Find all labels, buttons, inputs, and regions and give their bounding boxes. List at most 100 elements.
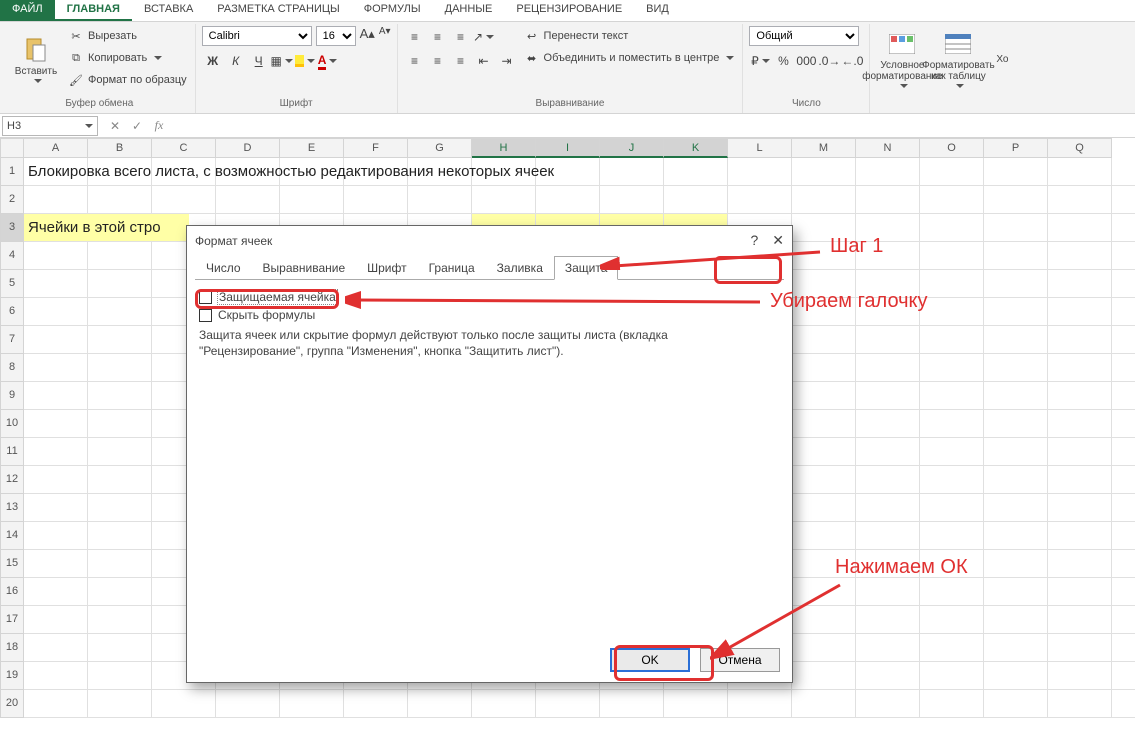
cell[interactable] <box>24 242 88 269</box>
cell[interactable] <box>24 494 88 521</box>
column-header[interactable]: H <box>472 138 536 158</box>
format-painter-button[interactable]: 🖌Формат по образцу <box>66 70 189 90</box>
cell[interactable] <box>792 662 856 689</box>
cell[interactable] <box>984 186 1048 213</box>
cell[interactable] <box>24 186 88 213</box>
cell[interactable] <box>1048 242 1112 269</box>
column-header[interactable]: O <box>920 138 984 158</box>
cell[interactable] <box>856 494 920 521</box>
column-header[interactable]: I <box>536 138 600 158</box>
cell[interactable] <box>24 326 88 353</box>
cell[interactable] <box>472 690 536 717</box>
cell[interactable] <box>1048 158 1112 185</box>
cell[interactable] <box>920 494 984 521</box>
cell[interactable] <box>984 466 1048 493</box>
cell[interactable] <box>856 522 920 549</box>
cell[interactable] <box>920 270 984 297</box>
cell[interactable] <box>984 578 1048 605</box>
row-header[interactable]: 12 <box>0 466 24 494</box>
column-header[interactable]: G <box>408 138 472 158</box>
merge-center-button[interactable]: ⬌Объединить и поместить в центре <box>522 48 737 68</box>
tab-home[interactable]: ГЛАВНАЯ <box>55 0 132 21</box>
enter-formula-icon[interactable]: ✓ <box>126 119 148 133</box>
cell[interactable] <box>984 662 1048 689</box>
number-format-select[interactable]: Общий <box>749 26 859 46</box>
cell[interactable] <box>984 270 1048 297</box>
cell[interactable] <box>24 466 88 493</box>
cell[interactable] <box>1048 466 1112 493</box>
cell[interactable] <box>88 438 152 465</box>
dialog-close-button[interactable]: ✕ <box>772 232 784 249</box>
cell[interactable] <box>1048 578 1112 605</box>
cell[interactable] <box>984 354 1048 381</box>
name-box[interactable]: H3 <box>2 116 98 136</box>
cell[interactable] <box>792 466 856 493</box>
cell[interactable] <box>472 186 536 213</box>
bold-button[interactable]: Ж <box>202 50 224 72</box>
cancel-button[interactable]: Отмена <box>700 648 780 672</box>
fx-icon[interactable]: fx <box>148 118 170 133</box>
decrease-decimal-button[interactable]: ←.0 <box>841 50 863 72</box>
cell[interactable] <box>408 186 472 213</box>
increase-indent-button[interactable]: ⇥ <box>496 50 518 72</box>
tab-formulas[interactable]: ФОРМУЛЫ <box>352 0 433 21</box>
wrap-text-button[interactable]: ↩Перенести текст <box>522 26 737 46</box>
cell[interactable] <box>792 494 856 521</box>
cancel-formula-icon[interactable]: ✕ <box>104 119 126 133</box>
orientation-button[interactable]: ↗ <box>473 26 495 48</box>
cell[interactable] <box>984 690 1048 717</box>
cell[interactable] <box>792 326 856 353</box>
cell[interactable] <box>88 634 152 661</box>
row-header[interactable]: 11 <box>0 438 24 466</box>
cell[interactable] <box>792 578 856 605</box>
cell[interactable] <box>88 606 152 633</box>
cell[interactable] <box>984 438 1048 465</box>
cell[interactable] <box>920 550 984 577</box>
cell[interactable] <box>856 382 920 409</box>
cell[interactable] <box>1048 270 1112 297</box>
cell[interactable] <box>984 242 1048 269</box>
cell[interactable] <box>856 466 920 493</box>
column-header[interactable]: C <box>152 138 216 158</box>
cell[interactable] <box>1048 410 1112 437</box>
comma-style-button[interactable]: 000 <box>795 50 817 72</box>
cell[interactable] <box>88 578 152 605</box>
cell[interactable] <box>664 186 728 213</box>
cell[interactable] <box>1048 438 1112 465</box>
currency-button[interactable]: ₽ <box>749 50 771 72</box>
row-header[interactable]: 20 <box>0 690 24 718</box>
increase-decimal-button[interactable]: .0→ <box>818 50 840 72</box>
tab-insert[interactable]: ВСТАВКА <box>132 0 205 21</box>
cell[interactable] <box>856 606 920 633</box>
fill-color-button[interactable] <box>294 50 316 72</box>
dialog-tab-font[interactable]: Шрифт <box>356 256 417 280</box>
cell[interactable] <box>88 298 152 325</box>
align-center-button[interactable]: ≡ <box>427 50 449 72</box>
cell[interactable] <box>856 158 920 185</box>
row-header[interactable]: 8 <box>0 354 24 382</box>
cell[interactable] <box>792 410 856 437</box>
cell[interactable] <box>344 186 408 213</box>
cell[interactable] <box>600 186 664 213</box>
cell[interactable] <box>856 438 920 465</box>
cell[interactable] <box>792 214 856 241</box>
cell[interactable] <box>88 326 152 353</box>
locked-checkbox[interactable]: Защищаемая ячейка <box>199 290 780 304</box>
cell[interactable] <box>984 634 1048 661</box>
cell[interactable] <box>792 354 856 381</box>
row-header[interactable]: 9 <box>0 382 24 410</box>
cell[interactable] <box>88 270 152 297</box>
cell[interactable] <box>792 690 856 717</box>
cell[interactable] <box>24 382 88 409</box>
cell[interactable] <box>1048 522 1112 549</box>
cell[interactable] <box>792 186 856 213</box>
cell[interactable] <box>984 214 1048 241</box>
copy-button[interactable]: ⧉Копировать <box>66 48 189 68</box>
cell[interactable] <box>920 158 984 185</box>
cell[interactable] <box>88 410 152 437</box>
cell[interactable] <box>856 662 920 689</box>
cell[interactable] <box>88 466 152 493</box>
cell[interactable] <box>792 634 856 661</box>
cell[interactable] <box>1048 494 1112 521</box>
dialog-help-button[interactable]: ? <box>750 232 758 249</box>
